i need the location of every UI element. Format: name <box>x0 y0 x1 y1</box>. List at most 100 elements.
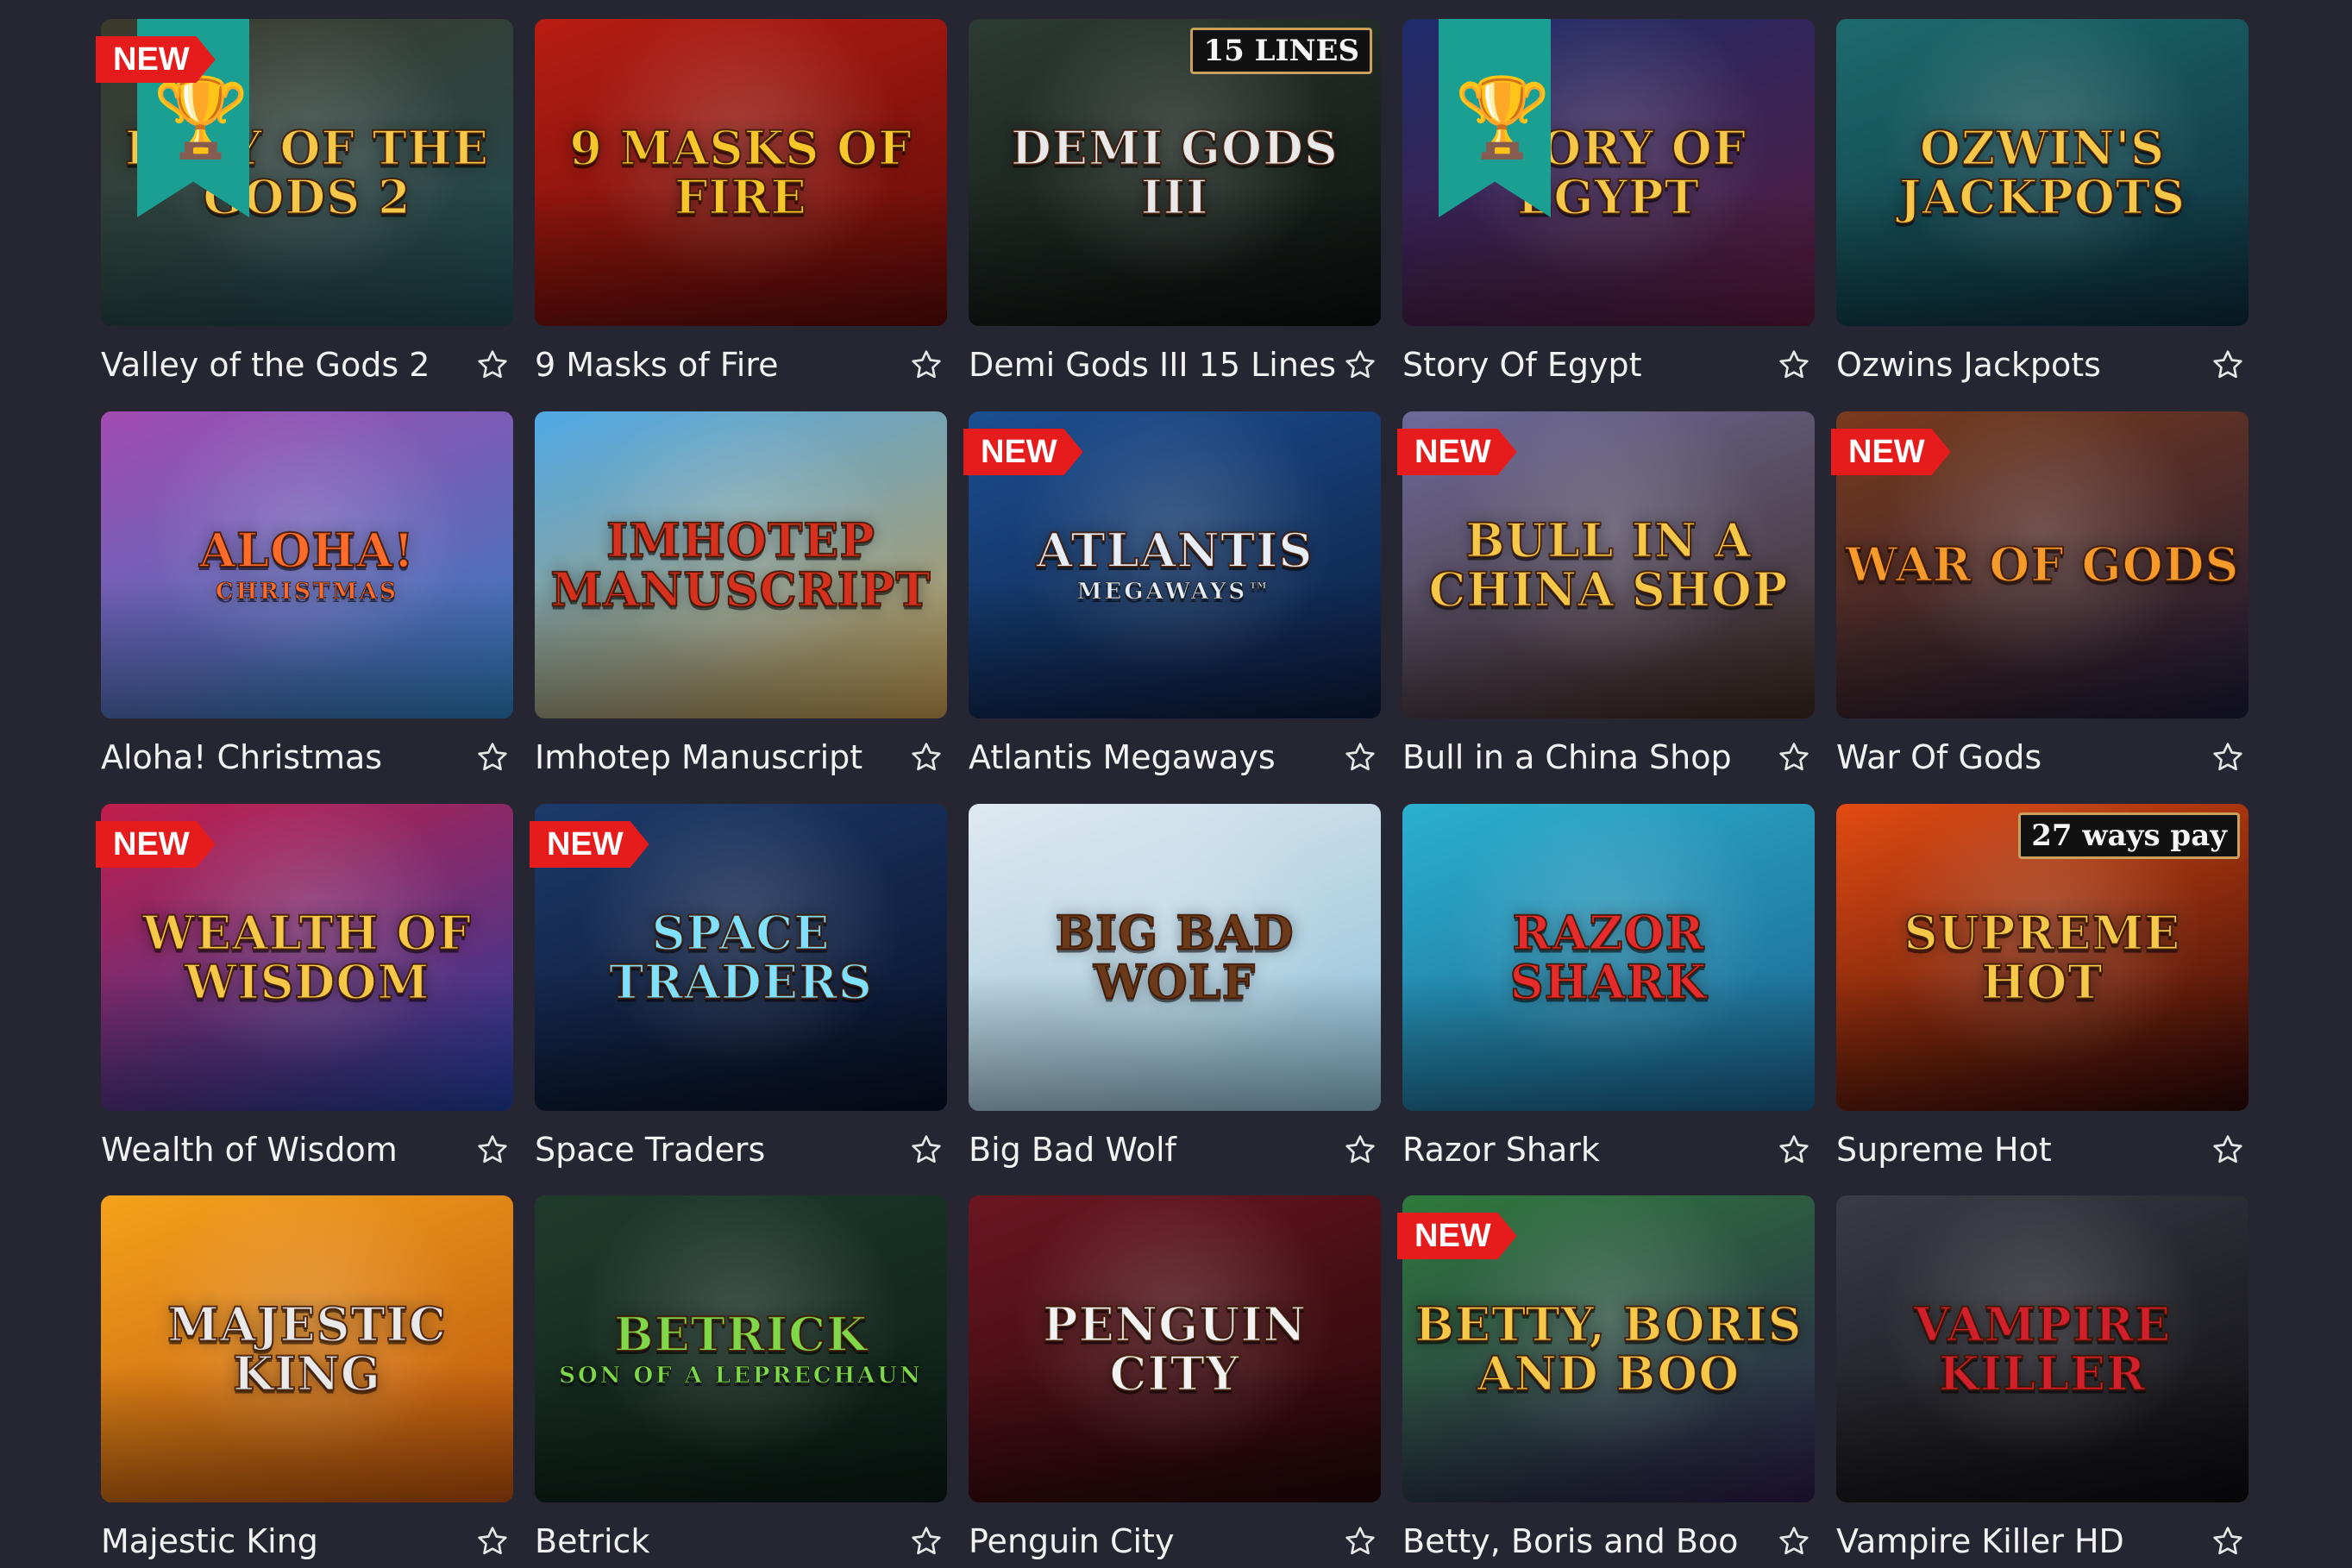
game-tile[interactable]: WAR OF GODS NEW War Of Gods <box>1831 411 2249 782</box>
game-tile[interactable]: STORY OF EGYPT 🏆 Story Of Egypt <box>1402 19 1815 390</box>
game-title[interactable]: Vampire Killer HD <box>1836 1520 2207 1563</box>
game-logo-art: Aloha! CHRISTMAS <box>110 523 505 605</box>
game-logo-art: BETTY, BORIS AND BOO <box>1411 1299 1806 1398</box>
game-tile[interactable]: OZWIN'S JACKPOTS Ozwins Jackpots <box>1836 19 2249 390</box>
favorite-star-icon[interactable] <box>909 343 947 386</box>
game-title[interactable]: Betty, Boris and Boo <box>1402 1520 1773 1563</box>
game-tile[interactable]: LLEY OF THE GODS 2 🏆 NEW Valley of the Gods… <box>96 19 513 390</box>
game-logo-art: 9 MASKS OF FIRE <box>543 122 938 222</box>
favorite-star-icon[interactable] <box>1343 343 1381 386</box>
game-logo-text: Imhotep Manuscript <box>549 512 931 617</box>
game-logo-text: WAR OF GODS <box>1845 536 2240 593</box>
game-title[interactable]: 9 Masks of Fire <box>535 343 906 386</box>
game-logo-art: BETRICK Son of a Leprechaun <box>543 1307 938 1388</box>
game-tile[interactable]: BULL IN A CHINA SHOP NEW Bull in a China S… <box>1397 411 1815 782</box>
game-logo-text: ATLANTIS <box>1036 523 1314 579</box>
game-tile[interactable]: SPACE TRADERS NEW Space Traders <box>530 804 947 1175</box>
game-thumbnail[interactable]: RAZOR SHARK <box>1402 804 1815 1111</box>
game-title[interactable]: Ozwins Jackpots <box>1836 343 2207 386</box>
game-thumbnail[interactable]: BIG BAD WOLF <box>969 804 1381 1111</box>
game-title[interactable]: Valley of the Gods 2 <box>101 343 472 386</box>
game-title[interactable]: Bull in a China Shop <box>1402 736 1773 779</box>
game-title[interactable]: Atlantis Megaways <box>969 736 1339 779</box>
game-logo-text: BETRICK <box>613 1307 869 1363</box>
favorite-star-icon[interactable] <box>1777 343 1815 386</box>
game-thumbnail[interactable]: Imhotep Manuscript <box>535 411 947 718</box>
game-logo-art: BIG BAD WOLF <box>977 905 1372 1009</box>
favorite-star-icon[interactable] <box>2211 343 2249 386</box>
game-logo-art: BULL IN A CHINA SHOP <box>1411 515 1806 614</box>
game-logo-subtitle: CHRISTMAS <box>216 578 398 605</box>
game-tile[interactable]: DEMI GODS III 15 LINES Demi Gods III 15 Li… <box>969 19 1381 390</box>
game-title[interactable]: Space Traders <box>535 1128 906 1171</box>
game-tile[interactable]: PENGUIN CITY Penguin City <box>969 1195 1381 1566</box>
game-tile[interactable]: BETTY, BORIS AND BOO NEW Betty, Boris and … <box>1397 1195 1815 1566</box>
game-thumbnail[interactable]: Aloha! CHRISTMAS <box>101 411 513 718</box>
favorite-star-icon[interactable] <box>475 343 513 386</box>
favorite-star-icon[interactable] <box>909 1128 947 1171</box>
game-title[interactable]: Imhotep Manuscript <box>535 736 906 779</box>
game-title[interactable]: Penguin City <box>969 1520 1339 1563</box>
favorite-star-icon[interactable] <box>1343 736 1381 779</box>
game-title[interactable]: Betrick <box>535 1520 906 1563</box>
game-thumbnail[interactable]: SUPREME HOT 27 ways pay <box>1836 804 2249 1111</box>
game-logo-text: BIG BAD WOLF <box>1054 905 1295 1009</box>
game-tile[interactable]: SUPREME HOT 27 ways pay Supreme Hot <box>1836 804 2249 1175</box>
favorite-star-icon[interactable] <box>1777 1128 1815 1171</box>
game-thumbnail[interactable]: STORY OF EGYPT 🏆 <box>1402 19 1815 326</box>
game-title[interactable]: Supreme Hot <box>1836 1128 2207 1171</box>
game-logo-art: Imhotep Manuscript <box>543 515 938 614</box>
favorite-star-icon[interactable] <box>909 736 947 779</box>
game-logo-art: PENGUIN CITY <box>977 1299 1372 1398</box>
game-title[interactable]: Wealth of Wisdom <box>101 1128 472 1171</box>
game-title[interactable]: Majestic King <box>101 1520 472 1563</box>
game-tile[interactable]: WEALTH OF WISDOM NEW Wealth of Wisdom <box>96 804 513 1175</box>
favorite-star-icon[interactable] <box>475 1520 513 1563</box>
new-badge: NEW <box>1397 1213 1517 1259</box>
game-title[interactable]: Story Of Egypt <box>1402 343 1773 386</box>
game-thumbnail[interactable]: MAJESTIC KING <box>101 1195 513 1502</box>
game-thumbnail[interactable]: VAMPIRE KILLER <box>1836 1195 2249 1502</box>
favorite-star-icon[interactable] <box>1343 1520 1381 1563</box>
game-thumbnail[interactable]: DEMI GODS III 15 LINES <box>969 19 1381 326</box>
game-logo-text: VAMPIRE KILLER <box>1913 1296 2172 1401</box>
favorite-star-icon[interactable] <box>475 736 513 779</box>
game-title[interactable]: Big Bad Wolf <box>969 1128 1339 1171</box>
favorite-star-icon[interactable] <box>909 1520 947 1563</box>
game-logo-text: Aloha! <box>198 523 415 579</box>
game-thumbnail[interactable]: 9 MASKS OF FIRE <box>535 19 947 326</box>
favorite-star-icon[interactable] <box>1777 1520 1815 1563</box>
game-tile[interactable]: ATLANTIS MEGAWAYS™ NEW Atlantis Megaways <box>963 411 1381 782</box>
game-thumbnail[interactable]: PENGUIN CITY <box>969 1195 1381 1502</box>
new-badge: NEW <box>1397 429 1517 475</box>
game-title[interactable]: Demi Gods III 15 Lines <box>969 343 1339 386</box>
favorite-star-icon[interactable] <box>1343 1128 1381 1171</box>
game-logo-text: SUPREME HOT <box>1904 905 2181 1009</box>
game-tile[interactable]: Aloha! CHRISTMAS Aloha! Christmas <box>101 411 513 782</box>
trophy-icon: 🏆 <box>1454 72 1552 163</box>
game-logo-art: WAR OF GODS <box>1845 539 2240 590</box>
game-tile[interactable]: RAZOR SHARK Razor Shark <box>1402 804 1815 1175</box>
game-tile[interactable]: BETRICK Son of a Leprechaun Betrick <box>535 1195 947 1566</box>
favorite-star-icon[interactable] <box>2211 736 2249 779</box>
game-logo-text: BETTY, BORIS AND BOO <box>1414 1296 1803 1401</box>
game-logo-text: MAJESTIC KING <box>166 1296 447 1401</box>
game-tile[interactable]: VAMPIRE KILLER Vampire Killer HD <box>1836 1195 2249 1566</box>
game-tile[interactable]: 9 MASKS OF FIRE 9 Masks of Fire <box>535 19 947 390</box>
game-title[interactable]: War Of Gods <box>1836 736 2207 779</box>
game-thumbnail[interactable]: OZWIN'S JACKPOTS <box>1836 19 2249 326</box>
game-tile[interactable]: Imhotep Manuscript Imhotep Manuscript <box>535 411 947 782</box>
game-thumbnail[interactable]: BETRICK Son of a Leprechaun <box>535 1195 947 1502</box>
favorite-star-icon[interactable] <box>2211 1520 2249 1563</box>
new-badge: NEW <box>963 429 1083 475</box>
game-logo-art: SUPREME HOT <box>1845 905 2240 1009</box>
game-tile[interactable]: BIG BAD WOLF Big Bad Wolf <box>969 804 1381 1175</box>
favorite-star-icon[interactable] <box>2211 1128 2249 1171</box>
favorite-star-icon[interactable] <box>1777 736 1815 779</box>
game-tile[interactable]: MAJESTIC KING Majestic King <box>101 1195 513 1566</box>
new-badge: NEW <box>1831 429 1951 475</box>
game-logo-art: DEMI GODS III <box>977 122 1372 222</box>
game-title[interactable]: Aloha! Christmas <box>101 736 472 779</box>
favorite-star-icon[interactable] <box>475 1128 513 1171</box>
game-title[interactable]: Razor Shark <box>1402 1128 1773 1171</box>
